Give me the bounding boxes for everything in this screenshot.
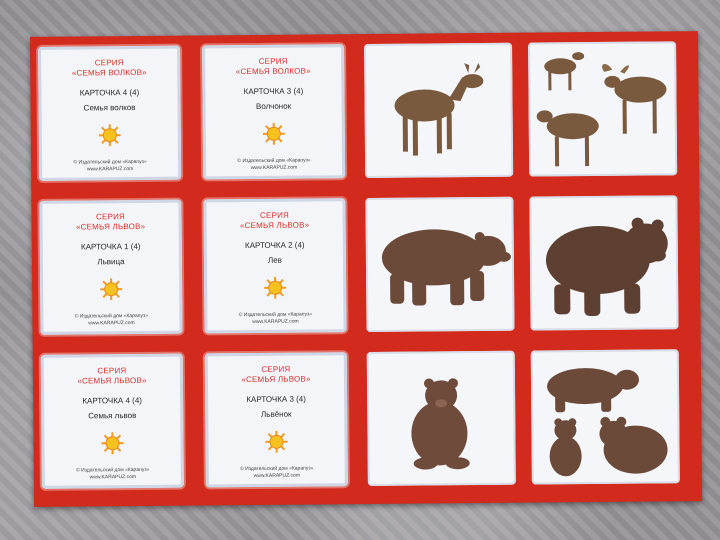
sun-logo-icon xyxy=(100,278,123,301)
bear-walking-illustration xyxy=(381,229,511,306)
series-label: СЕРИЯ «СЕМЬЯ ЛЬВОВ» xyxy=(77,366,147,386)
sun-logo-icon xyxy=(262,122,285,145)
text-card: СЕРИЯ «СЕМЬЯ ВОЛКОВ» КАРТОЧКА 3 (4) Волчо… xyxy=(202,44,346,180)
publisher-credit: © Издательский дом «Карапуз» www.KARAPUZ.… xyxy=(238,311,313,325)
sun-logo-icon xyxy=(265,430,288,453)
series-label: СЕРИЯ «СЕМЬЯ ЛЬВОВ» xyxy=(239,210,310,231)
bear-family-illustration xyxy=(547,368,668,477)
sun-logo-icon xyxy=(101,432,124,455)
card-caption: Лев xyxy=(267,255,282,265)
card-number: КАРТОЧКА 2 (4) xyxy=(244,240,305,251)
text-card: СЕРИЯ «СЕМЬЯ ЛЬВОВ» КАРТОЧКА 3 (4) Львёно… xyxy=(204,352,348,488)
card-caption: Львица xyxy=(97,257,125,267)
picture-card-bear-cub xyxy=(366,350,516,486)
card-sheet: СЕРИЯ «СЕМЬЯ ВОЛКОВ» КАРТОЧКА 4 (4) Семья… xyxy=(29,31,703,507)
text-card: СЕРИЯ «СЕМЬЯ ВОЛКОВ» КАРТОЧКА 4 (4) Семья… xyxy=(38,45,182,181)
bear-cub-illustration xyxy=(411,378,470,470)
picture-card-bear-family xyxy=(530,349,680,485)
publisher-credit: © Издательский дом «Карапуз» www.KARAPUZ.… xyxy=(237,157,311,172)
bear-large-illustration xyxy=(545,217,668,317)
sun-logo-icon xyxy=(264,276,287,299)
card-caption: Волчонок xyxy=(255,101,292,111)
publisher-credit: © Издательский дом «Карапуз» www.KARAPUZ.… xyxy=(240,465,314,479)
text-card: СЕРИЯ «СЕМЬЯ ЛЬВОВ» КАРТОЧКА 4 (4) Семья … xyxy=(40,353,184,489)
picture-card-bear-large xyxy=(529,195,679,331)
card-number: КАРТОЧКА 3 (4) xyxy=(246,394,306,405)
card-caption: Семья львов xyxy=(88,411,137,421)
publisher-credit: © Издательский дом «Карапуз» www.KARAPUZ.… xyxy=(74,312,149,327)
publisher-credit: © Издательский дом «Карапуз» www.KARAPUZ.… xyxy=(73,158,147,173)
picture-card-bear-walking xyxy=(365,196,515,332)
text-card: СЕРИЯ «СЕМЬЯ ЛЬВОВ» КАРТОЧКА 2 (4) Лев © … xyxy=(203,198,347,334)
sun-logo-icon xyxy=(98,124,121,147)
moose-family-illustration xyxy=(536,52,667,167)
card-caption: Львёнок xyxy=(260,409,292,419)
publisher-credit: © Издательский дом «Карапуз» www.KARAPUZ.… xyxy=(76,466,150,481)
card-number: КАРТОЧКА 4 (4) xyxy=(79,87,140,98)
picture-card-moose-family xyxy=(528,41,678,177)
series-label: СЕРИЯ «СЕМЬЯ ВОЛКОВ» xyxy=(235,56,311,77)
card-number: КАРТОЧКА 1 (4) xyxy=(80,241,141,252)
picture-card-moose-calf xyxy=(364,42,514,179)
card-number: КАРТОЧКА 3 (4) xyxy=(243,86,304,97)
series-label: СЕРИЯ «СЕМЬЯ ЛЬВОВ» xyxy=(241,364,311,385)
text-card: СЕРИЯ «СЕМЬЯ ЛЬВОВ» КАРТОЧКА 1 (4) Львица… xyxy=(39,199,183,335)
card-number: КАРТОЧКА 4 (4) xyxy=(82,395,142,406)
card-caption: Семья волков xyxy=(83,103,136,113)
series-label: СЕРИЯ «СЕМЬЯ ВОЛКОВ» xyxy=(71,58,147,78)
moose-calf-illustration xyxy=(394,63,484,156)
series-label: СЕРИЯ «СЕМЬЯ ЛЬВОВ» xyxy=(75,212,146,232)
